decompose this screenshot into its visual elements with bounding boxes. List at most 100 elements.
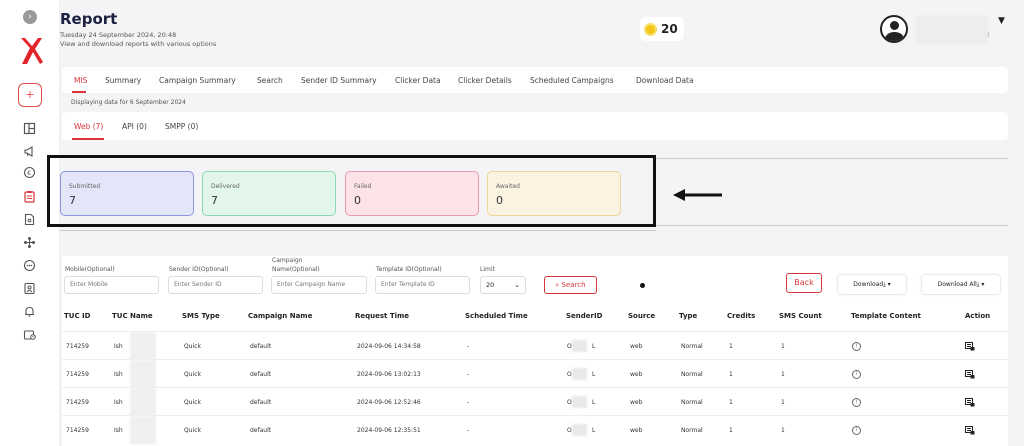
cell-tuc-name: Ish [114, 371, 123, 378]
stat-label: Failed [354, 183, 372, 190]
active-subtab-indicator [72, 138, 104, 140]
campaign-name-input[interactable]: Enter Campaign Name [271, 276, 367, 294]
cell-request-time: 2024-09-06 12:52:46 [357, 399, 421, 406]
tab-api[interactable]: API (0) [122, 122, 147, 131]
cell-request-time: 2024-09-06 13:02:13 [357, 371, 421, 378]
download-all-button[interactable]: Download All⤓ ▾ [922, 275, 1000, 294]
cell-sms-count: 1 [781, 371, 785, 378]
stat-card-submitted: Submitted 7 [60, 171, 194, 216]
cell-source: web [630, 399, 643, 406]
search-button-label: Search [561, 281, 586, 289]
wallet-icon[interactable] [23, 328, 36, 341]
col-action: Action [965, 312, 991, 320]
cell-sender-id: O [567, 343, 572, 350]
tab-sender-id-summary[interactable]: Sender ID Summary [301, 76, 377, 85]
page-title: Report [60, 10, 118, 28]
cell-sender-id-suffix: L [592, 427, 596, 434]
cell-scheduled-time: - [467, 343, 470, 350]
brand-logo [21, 38, 43, 64]
cursor-dot [640, 283, 645, 288]
bell-icon[interactable] [23, 305, 36, 318]
cell-sender-id: O [567, 371, 572, 378]
cell-scheduled-time: - [467, 427, 470, 434]
mobile-label: Mobile(Optional) [65, 266, 115, 273]
cell-request-time: 2024-09-06 14:34:58 [357, 343, 421, 350]
report-action-icon[interactable] [965, 342, 975, 351]
report-icon[interactable] [23, 190, 36, 203]
cell-credits: 1 [729, 371, 733, 378]
report-action-icon[interactable] [965, 370, 975, 379]
info-icon[interactable]: i [852, 426, 861, 435]
collapse-sidebar-button[interactable]: › [23, 10, 37, 24]
contacts-icon[interactable] [23, 282, 36, 295]
table-row: 714259 Ish Quick default 2024-09-06 12:52:46… [62, 387, 1008, 416]
tab-mis[interactable]: MIS [74, 76, 87, 85]
cell-sms-type: Quick [184, 399, 201, 406]
stat-value: 0 [354, 194, 361, 207]
col-source: Source [628, 312, 656, 320]
tab-summary[interactable]: Summary [105, 76, 141, 85]
info-icon[interactable]: i [852, 342, 861, 351]
limit-select[interactable]: 20 ⌄ [480, 276, 526, 294]
api-icon[interactable] [23, 259, 36, 272]
user-menu-chevron-icon[interactable]: ▼ [998, 16, 1005, 26]
tab-campaign-summary[interactable]: Campaign Summary [159, 76, 236, 85]
table-row: 714259 Ish Quick default 2024-09-06 12:35:51… [62, 415, 1008, 444]
add-button[interactable]: + [18, 83, 42, 107]
report-action-icon[interactable] [965, 426, 975, 435]
cell-sms-type: Quick [184, 371, 201, 378]
search-button[interactable]: ⌕ Search [544, 276, 597, 294]
col-tuc-id: TUC ID [64, 312, 91, 320]
back-button[interactable]: Back [786, 273, 822, 293]
tab-smpp[interactable]: SMPP (0) [165, 122, 198, 131]
cell-sender-id-suffix: L [592, 399, 596, 406]
tab-clicker-details[interactable]: Clicker Details [458, 76, 512, 85]
tab-scheduled-campaigns[interactable]: Scheduled Campaigns [530, 76, 614, 85]
page-date: Tuesday 24 September 2024, 20:48 [60, 31, 177, 39]
report-action-icon[interactable] [965, 398, 975, 407]
tab-clicker-data[interactable]: Clicker Data [395, 76, 441, 85]
cell-scheduled-time: - [467, 371, 470, 378]
chevron-down-icon: ⌄ [514, 281, 520, 289]
currency-icon[interactable]: € [23, 166, 36, 179]
info-icon[interactable]: i [852, 398, 861, 407]
template-id-label: Template ID(Optional) [376, 266, 442, 273]
cell-type: Normal [681, 427, 703, 434]
template-id-input[interactable]: Enter Template ID [375, 276, 470, 294]
download-icon: ⤓ ▾ [976, 281, 985, 288]
stat-label: Delivered [211, 183, 240, 190]
mobile-input[interactable]: Enter Mobile [64, 276, 159, 294]
document-icon[interactable] [23, 213, 36, 226]
cell-sender-id: O [567, 427, 572, 434]
tab-web[interactable]: Web (7) [74, 122, 103, 131]
network-icon[interactable] [23, 236, 36, 249]
col-type: Type [679, 312, 698, 320]
cell-tuc-id: 714259 [66, 427, 89, 434]
annotation-arrow-icon [673, 189, 722, 201]
megaphone-icon[interactable] [23, 145, 36, 158]
tab-download-data[interactable]: Download Data [636, 76, 694, 85]
col-scheduled-time: Scheduled Time [465, 312, 528, 320]
sender-id-input[interactable]: Enter Sender ID [168, 276, 263, 294]
col-sms-type: SMS Type [182, 312, 220, 320]
coin-balance-value: 20 [661, 22, 678, 36]
cell-tuc-id: 714259 [66, 399, 89, 406]
tab-search[interactable]: Search [257, 76, 283, 85]
limit-value: 20 [486, 281, 495, 289]
cell-request-time: 2024-09-06 12:35:51 [357, 427, 421, 434]
redacted-name [130, 360, 156, 388]
user-name-suffix: ) [987, 32, 990, 39]
stat-card-awaited: Awaited 0 [487, 171, 621, 216]
cell-tuc-name: Ish [114, 399, 123, 406]
cell-sender-id-suffix: L [592, 343, 596, 350]
redacted-name [130, 332, 156, 360]
main-content: Report Tuesday 24 September 2024, 20:48 … [47, 0, 1024, 446]
redacted-sender-id [572, 368, 587, 380]
stat-label: Awaited [496, 183, 520, 190]
download-button[interactable]: Download⤓ ▾ [838, 275, 906, 294]
redacted-sender-id [572, 340, 587, 352]
cell-type: Normal [681, 371, 703, 378]
info-icon[interactable]: i [852, 370, 861, 379]
dashboard-icon[interactable] [23, 122, 36, 135]
avatar[interactable] [880, 15, 908, 43]
